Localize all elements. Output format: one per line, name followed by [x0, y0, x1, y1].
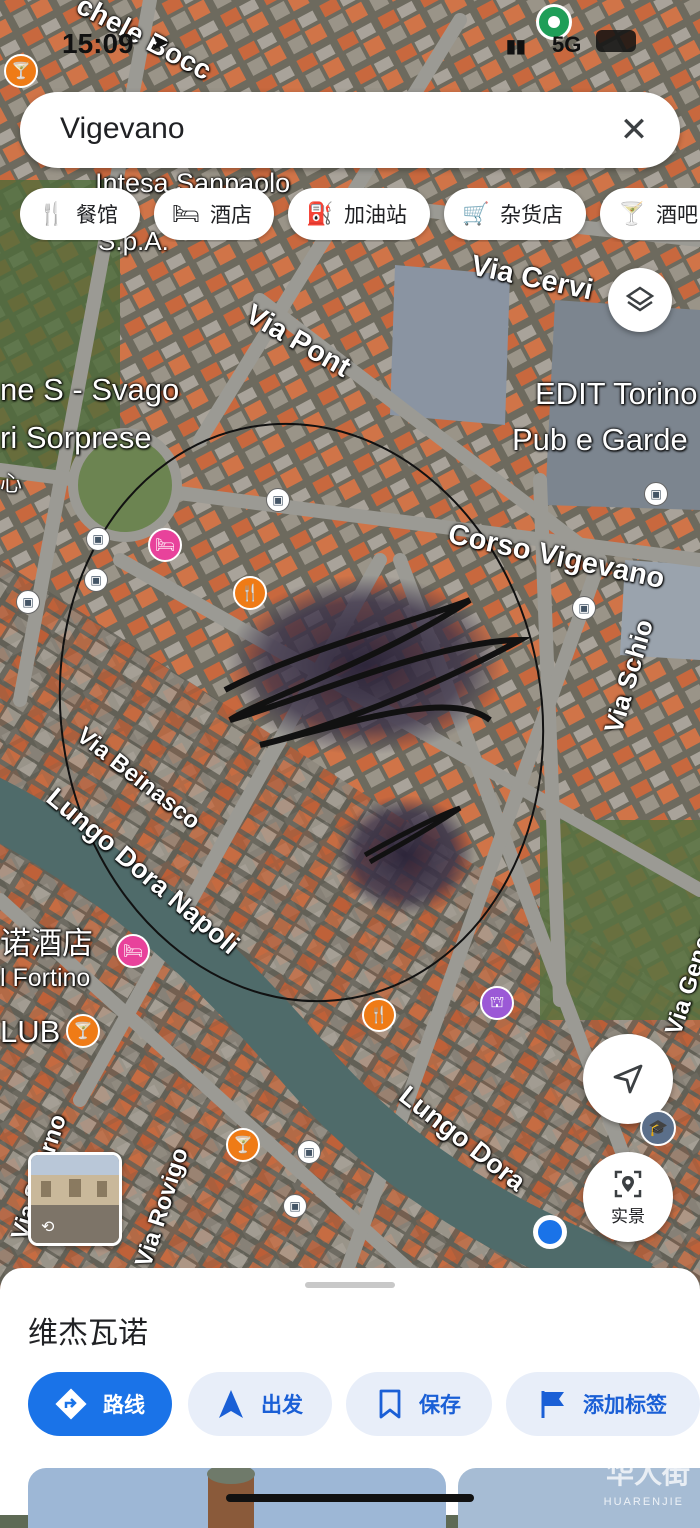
restaurant-poi-icon[interactable]: 🍴 [233, 576, 267, 610]
home-indicator[interactable] [226, 1494, 474, 1502]
add-label-label: 添加标签 [583, 1394, 667, 1417]
hotel-poi-icon[interactable]: 🛏 [116, 934, 150, 968]
bookmark-icon [379, 1389, 401, 1419]
navigation-icon [219, 1390, 243, 1418]
chip-label: 酒吧 [656, 204, 698, 227]
bus-stop-icon[interactable]: ▣ [16, 590, 40, 614]
directions-label: 路线 [103, 1394, 145, 1417]
flag-icon [541, 1391, 564, 1418]
bus-stop-icon[interactable]: ▣ [84, 568, 108, 592]
layers-button[interactable] [608, 268, 672, 332]
search-bar[interactable]: Vigevano ✕ [20, 92, 680, 168]
start-button[interactable]: 出发 [188, 1372, 332, 1436]
close-icon[interactable]: ✕ [614, 110, 654, 150]
chip-hotels[interactable]: 🛏 酒店 [154, 188, 274, 240]
bar-poi-icon[interactable]: 🍸 [226, 1128, 260, 1162]
map-label-place: LUB [0, 1014, 61, 1049]
chip-gas-stations[interactable]: ⛽ 加油站 [288, 188, 430, 240]
live-view-icon [614, 1170, 642, 1197]
start-label: 出发 [261, 1394, 303, 1417]
category-chips: 🍴 餐馆 🛏 酒店 ⛽ 加油站 🛒 杂货店 🍸 酒吧 [20, 188, 700, 242]
drag-handle[interactable] [305, 1282, 395, 1288]
chip-label: 酒店 [210, 204, 252, 227]
chip-groceries[interactable]: 🛒 杂货店 [444, 188, 586, 240]
map-label-place: ri Sorprese [0, 420, 152, 455]
chip-label: 加油站 [344, 204, 407, 227]
layers-icon [625, 286, 655, 312]
education-poi-icon[interactable]: 🎓 [640, 1110, 676, 1146]
location-arrow-icon: ➤ [150, 29, 171, 56]
signal-icon: ▮▮ [506, 36, 526, 56]
navigation-arrow-icon [613, 1064, 643, 1094]
bus-stop-icon[interactable]: ▣ [572, 596, 596, 620]
bus-stop-icon[interactable]: ▣ [283, 1194, 307, 1218]
chip-bars[interactable]: 🍸 酒吧 [600, 188, 700, 240]
chip-label: 杂货店 [500, 204, 563, 227]
restaurant-poi-icon[interactable]: 🍴 [362, 998, 396, 1032]
bus-stop-icon[interactable]: ▣ [266, 488, 290, 512]
battery-icon [596, 30, 636, 52]
live-view-button[interactable]: 实景 [583, 1152, 673, 1242]
restaurant-icon: 🍴 [38, 201, 66, 226]
status-bar: 15:09 ➤ ▮▮ 5G [0, 22, 700, 62]
place-bottom-sheet[interactable]: 维杰瓦诺 路线 出发 保存 添加标签 [0, 1268, 700, 1528]
bar-poi-icon[interactable]: 🍸 [66, 1014, 100, 1048]
gas-station-icon: ⛽ [306, 201, 334, 226]
search-query[interactable]: Vigevano [60, 112, 185, 146]
bus-stop-icon[interactable]: ▣ [86, 527, 110, 551]
save-label: 保存 [419, 1394, 461, 1417]
directions-icon [55, 1388, 87, 1420]
action-buttons: 路线 出发 保存 添加标签 [28, 1372, 700, 1436]
chip-label: 餐馆 [76, 204, 118, 227]
directions-button[interactable]: 路线 [28, 1372, 172, 1436]
bus-stop-icon[interactable]: ▣ [297, 1140, 321, 1164]
grocery-cart-icon: 🛒 [462, 201, 490, 226]
bus-stop-icon[interactable]: ▣ [644, 482, 668, 506]
chip-restaurants[interactable]: 🍴 餐馆 [20, 188, 140, 240]
landmark-poi-icon[interactable]: ⛫ [480, 986, 514, 1020]
map-label-place: EDIT Torino [535, 376, 698, 411]
map-label-place: ne S - Svago [0, 372, 180, 407]
save-button[interactable]: 保存 [346, 1372, 492, 1436]
hotel-icon: 🛏 [172, 201, 200, 226]
map-label-place: l Fortino [0, 964, 91, 992]
add-label-button[interactable]: 添加标签 [506, 1372, 700, 1436]
bar-icon: 🍸 [618, 201, 646, 226]
status-time: 15:09 [62, 28, 134, 59]
hotel-poi-icon[interactable]: 🛏 [148, 528, 182, 562]
live-view-label: 实景 [611, 1206, 645, 1226]
watermark-sub: HUARENJIE [603, 1496, 684, 1508]
network-type: 5G [552, 32, 582, 57]
place-title: 维杰瓦诺 [28, 1317, 148, 1350]
map-label-place: 诺酒店 [0, 926, 93, 961]
map-label-place: 心 [0, 471, 23, 496]
watermark-logo: 华人街 [605, 1457, 690, 1490]
map-label-place: Pub e Garde [512, 422, 688, 457]
street-view-thumbnail[interactable]: ⟲ [28, 1152, 122, 1246]
rotate-360-icon: ⟲ [41, 1219, 55, 1236]
